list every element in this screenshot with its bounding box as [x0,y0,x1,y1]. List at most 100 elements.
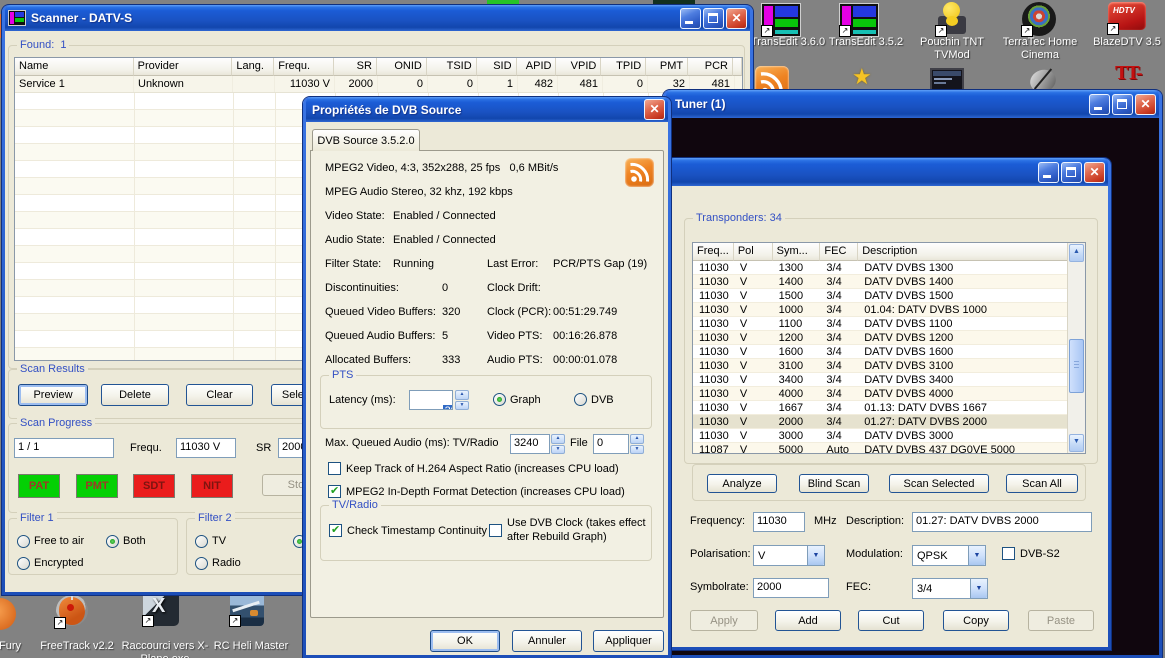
file-spinner[interactable]: ▲▼ [630,434,644,454]
tab-dvb-source[interactable]: DVB Source 3.5.2.0 [312,129,420,151]
transponder-row[interactable]: 11030V15003/4DATV DVBS 1500 [693,289,1068,303]
progress-field[interactable]: 1 / 1 [14,438,114,458]
column-header[interactable]: Freq... [693,243,734,261]
desktop-icon-pouchin[interactable]: ↗ [936,2,968,36]
latency-input[interactable]: 300 [409,390,453,410]
column-header[interactable]: Description [858,243,1068,261]
desktop-icon-label[interactable]: RC Heli Master [196,640,306,653]
column-header[interactable]: Frequ. [274,58,334,76]
desktop-icon-transedit-360[interactable]: ↗ [762,4,800,36]
desktop-icon-blazedtv[interactable]: HDTV ↗ [1108,2,1146,34]
transponder-row[interactable]: 11030V30003/4DATV DVBS 3000 [693,429,1068,443]
transponder-row[interactable]: 11030V16673/401.13: DATV DVBS 1667 [693,401,1068,415]
column-header[interactable]: Provider [134,58,233,76]
scroll-thumb[interactable] [1069,339,1084,393]
preview-button[interactable]: Preview [18,384,88,406]
column-header[interactable]: PCR [688,58,733,76]
column-header[interactable]: APID [517,58,557,76]
column-header[interactable]: Pol [734,243,773,261]
column-header[interactable]: SID [477,58,517,76]
column-header[interactable]: ONID [377,58,427,76]
column-header[interactable]: TSID [427,58,477,76]
column-header[interactable]: FEC [820,243,858,261]
description-input[interactable]: 01.27: DATV DVBS 2000 [912,512,1092,532]
close-button[interactable]: ✕ [644,99,665,120]
column-header[interactable]: Name [15,58,134,76]
dvb-radio[interactable] [574,393,587,406]
maximize-button[interactable] [703,8,724,29]
transponder-row[interactable]: 11087V5000AutoDATV DVBS 437 DG0VE 5000 [693,443,1068,453]
filter1-both-radio[interactable] [106,535,119,548]
annuler-button[interactable]: Annuler [512,630,582,652]
minimize-button[interactable] [1089,94,1110,115]
ok-button[interactable]: OK [430,630,500,652]
mpeg2-indepth-checkbox[interactable] [328,485,341,498]
transponders-table[interactable]: Freq...PolSym...FECDescription11030V1300… [692,242,1086,454]
desktop-icon-transedit-352[interactable]: ↗ [840,4,878,36]
blind-scan-button[interactable]: Blind Scan [799,474,869,493]
max-queued-tv-spinner[interactable]: ▲▼ [551,434,565,454]
polarisation-select[interactable]: V▼ [753,545,825,566]
close-button[interactable]: ✕ [1084,162,1105,183]
chevron-down-icon[interactable]: ▼ [970,579,987,598]
max-queued-tv-input[interactable]: 3240 [510,434,550,454]
desktop-icon-label[interactable]: Pouchin TNT TVMod [902,36,1002,62]
file-input[interactable]: 0 [593,434,629,454]
add-button[interactable]: Add [775,610,841,631]
transponder-row[interactable]: 11030V11003/4DATV DVBS 1100 [693,317,1068,331]
copy-button[interactable]: Copy [943,610,1009,631]
delete-button[interactable]: Delete [101,384,169,406]
vertical-scrollbar[interactable]: ▲ ▼ [1067,243,1085,453]
transponder-row[interactable]: 11030V12003/4DATV DVBS 1200 [693,331,1068,345]
encrypted-radio[interactable] [17,557,30,570]
h264-aspect-checkbox[interactable] [328,462,341,475]
desktop-icon-fury[interactable] [0,598,16,630]
column-header[interactable]: TPID [601,58,646,76]
column-header[interactable]: Lang. [232,58,274,76]
transponder-row[interactable]: 11030V34003/4DATV DVBS 3400 [693,373,1068,387]
minimize-button[interactable] [680,8,701,29]
appliquer-button[interactable]: Appliquer [593,630,664,652]
dvbs2-checkbox[interactable] [1002,547,1015,560]
modulation-select[interactable]: QPSK▼ [912,545,986,566]
column-header[interactable]: VPID [556,58,601,76]
fec-select[interactable]: 3/4▼ [912,578,988,599]
timestamp-checkbox[interactable] [329,524,342,537]
desktop-icon-label[interactable]: TransEdit 3.5.2 [816,36,916,49]
apply-button[interactable]: Apply [690,610,758,631]
free-to-air-radio[interactable] [17,535,30,548]
minimize-button[interactable] [1038,162,1059,183]
graph-radio[interactable] [493,393,506,406]
transponder-row[interactable]: 11030V40003/4DATV DVBS 4000 [693,387,1068,401]
chevron-down-icon[interactable]: ▼ [807,546,824,565]
column-header[interactable]: SR [334,58,377,76]
analyze-button[interactable]: Analyze [707,474,777,493]
transponder-row[interactable]: 11030V10003/401.04: DATV DVBS 1000 [693,303,1068,317]
desktop-icon-label[interactable]: BlazeDTV 3.5 [1077,36,1165,49]
symbolrate-input[interactable]: 2000 [753,578,829,598]
scan-selected-button[interactable]: Scan Selected [889,474,989,493]
maximize-button[interactable] [1112,94,1133,115]
transponder-titlebar[interactable]: ✕ [669,158,1108,186]
desktop-icon-freetrack[interactable]: ↗ [55,592,91,628]
tuner-titlebar[interactable]: Tuner (1) ✕ [666,90,1159,118]
scroll-down-button[interactable]: ▼ [1069,434,1084,452]
transponder-row[interactable]: 11030V20003/401.27: DATV DVBS 2000 [693,415,1068,429]
dialog-titlebar[interactable]: Propriétés de DVB Source ✕ [306,97,668,122]
tv-radio[interactable] [195,535,208,548]
scan-all-button[interactable]: Scan All [1006,474,1078,493]
clear-button[interactable]: Clear [186,384,253,406]
transponder-row[interactable]: 11030V13003/4DATV DVBS 1300 [693,261,1068,275]
desktop-icon-xplane[interactable]: X ↗ [143,590,179,626]
paste-button[interactable]: Paste [1028,610,1094,631]
close-button[interactable]: ✕ [1135,94,1156,115]
transponder-row[interactable]: 11030V14003/4DATV DVBS 1400 [693,275,1068,289]
column-header[interactable]: Sym... [773,243,821,261]
column-header[interactable]: PMT [646,58,688,76]
radio-radio[interactable] [195,557,208,570]
maximize-button[interactable] [1061,162,1082,183]
scanner-titlebar[interactable]: Scanner - DATV-S ✕ [5,5,750,31]
transponder-row[interactable]: 11030V16003/4DATV DVBS 1600 [693,345,1068,359]
scroll-up-button[interactable]: ▲ [1069,244,1084,262]
dvb-clock-checkbox[interactable] [489,524,502,537]
